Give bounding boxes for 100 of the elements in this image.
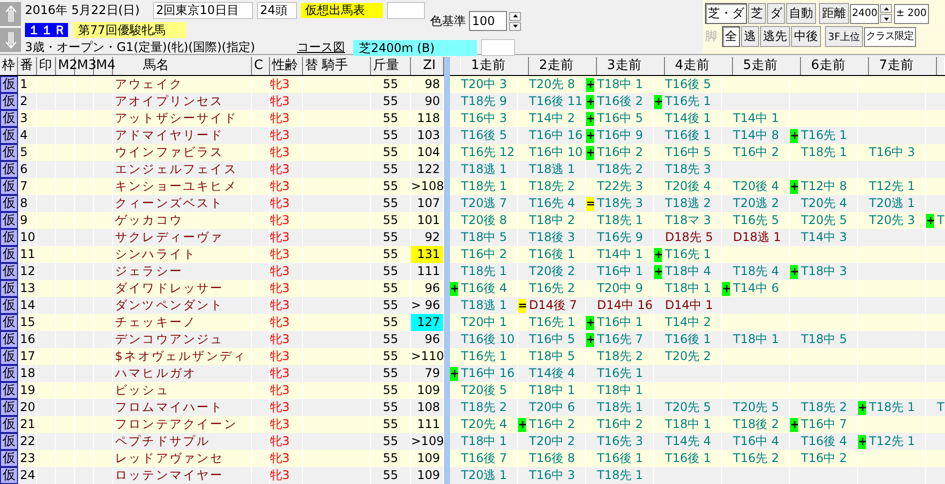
horse-name: チェッキーノ (115, 315, 197, 329)
race-result: T18逃 1 (460, 297, 508, 314)
spin-up-button[interactable] (880, 4, 892, 13)
column-header[interactable]: 7走前 (869, 57, 937, 75)
race-result: T16先 1 (800, 127, 848, 144)
spin-down-button[interactable] (880, 14, 892, 23)
distance-field[interactable]: 2400 (850, 4, 879, 24)
meeting-field: 2回東京10日目 (153, 2, 253, 19)
race-result: T16後 10 (460, 331, 515, 348)
race-result: T20逃 1 (460, 467, 508, 484)
race-result: T18先 3 (664, 161, 712, 178)
horse-name: ジェラシー (115, 264, 183, 278)
mark-badge: + (858, 400, 866, 414)
column-header[interactable]: 性齢 (270, 57, 303, 75)
course-field: 芝2400m (B) (353, 40, 477, 56)
mark-badge: = (518, 298, 526, 312)
race-result: D14中 1 (664, 297, 713, 314)
race-result: T18先 1 (460, 178, 508, 195)
race-result: T18先 2 (800, 399, 848, 416)
race-result: T16後 1 (664, 127, 712, 144)
mark-badge: + (586, 78, 594, 92)
horse-name: デンコウアンジュ (115, 332, 224, 346)
course-map-link[interactable]: コース図 (297, 39, 345, 56)
race-result: T14中 6 (732, 280, 780, 297)
column-header[interactable]: 番 (18, 57, 37, 75)
race-result: T20先 8 (528, 76, 576, 93)
race-result: T16中 16 (528, 127, 583, 144)
horse-name: ダンツペンダント (115, 298, 224, 312)
mark-badge: + (654, 264, 662, 278)
surface-filter-button[interactable]: ダ (767, 3, 785, 24)
race-result: T16後 4 (460, 280, 508, 297)
running-style-button[interactable]: 逃 (741, 26, 759, 47)
table-cell: 131 (411, 246, 444, 263)
spin-down-button[interactable] (509, 22, 521, 30)
race-result: T20中 1 (460, 314, 508, 331)
race-name-badge: 第77回優駿牝馬 (73, 22, 186, 38)
race-result: T16中 7 (800, 416, 848, 433)
column-header[interactable]: 5走前 (733, 57, 801, 75)
column-header[interactable]: M3 (75, 57, 94, 75)
column-header[interactable]: 印 (37, 57, 56, 75)
race-result: T12先 1 (868, 178, 916, 195)
mark-badge: + (518, 418, 526, 432)
race-result: T18後 3 (528, 229, 576, 246)
surface-filter-button[interactable]: 芝・ダ (705, 3, 747, 24)
column-header[interactable]: 3走前 (597, 57, 665, 75)
class-limit-field[interactable]: クラス限定 (864, 26, 916, 46)
race-result: T16先 2 (528, 280, 576, 297)
race-result: T18中 1 (664, 416, 712, 433)
race-result: T16後 8 (528, 450, 576, 467)
horse-name: クィーンズベスト (115, 196, 224, 210)
race-result: T20先 4 (800, 195, 848, 212)
surface-filter-button[interactable]: 自動 (786, 3, 816, 24)
column-header[interactable]: C (252, 57, 270, 75)
race-result: T18中 1 (732, 331, 780, 348)
top-3f-button[interactable]: 3F上位 (825, 26, 864, 47)
race-result: T18先 1 (460, 263, 508, 280)
race-result: T18中 5 (460, 229, 508, 246)
race-date: 2016年 5月22日(日) (25, 2, 141, 19)
race-result: T18中 5 (800, 331, 848, 348)
race-result: T16後 4 (800, 433, 848, 450)
race-result: T16中 2 (460, 246, 508, 263)
race-result: T18先 1 (596, 399, 644, 416)
column-header[interactable]: M2 (56, 57, 75, 75)
horse-name: キンショーユキヒメ (115, 179, 238, 193)
mark-badge: + (586, 94, 594, 108)
running-style-button[interactable]: 逃先 (760, 26, 790, 47)
race-result: T16先 1 (664, 93, 712, 110)
race-result: T16先 4 (528, 195, 576, 212)
column-header[interactable]: 枠 (0, 57, 18, 75)
column-header[interactable]: 2走前 (529, 57, 597, 75)
race-result: T18中 1 (596, 76, 644, 93)
running-style-button[interactable]: 中後 (791, 26, 821, 47)
column-header[interactable]: 替 騎手 (303, 57, 371, 75)
race-result: T18逃 2 (664, 195, 712, 212)
race-result: T16中 2 (732, 144, 780, 161)
running-style-button[interactable]: 全 (722, 26, 740, 47)
range-field[interactable]: ± 200 (894, 4, 929, 24)
horse-name: フロンテアクイーン (115, 417, 238, 431)
horse-name: ビッシュ (115, 383, 170, 397)
column-header[interactable]: 1走前 (461, 57, 529, 75)
race-result: T14中 8 (732, 127, 780, 144)
color-basis-field[interactable]: 100 (469, 11, 507, 31)
race-result: T12中 8 (800, 178, 848, 195)
column-header[interactable]: 斤量 (371, 57, 411, 75)
race-result: T18中 1 (528, 382, 576, 399)
runner-count-field: 24頭 (257, 2, 297, 19)
race-result: T18マ 3 (664, 212, 712, 229)
spin-up-button[interactable] (509, 12, 521, 20)
distance-button[interactable]: 距離 (819, 3, 849, 24)
race-result: T18先 2 (596, 348, 644, 365)
surface-filter-button[interactable]: 芝 (748, 3, 766, 24)
race-result: T18先 1 (596, 212, 644, 229)
race-result: T20中 3 (460, 76, 508, 93)
race-result: D18先 5 (664, 229, 713, 246)
horse-name: ロッテンマイヤー (115, 468, 224, 482)
race-result: T (936, 212, 944, 229)
column-header[interactable]: 4走前 (665, 57, 733, 75)
column-header[interactable]: 6走前 (801, 57, 869, 75)
column-header[interactable]: M4 (94, 57, 113, 75)
race-result: T20先 5 (732, 399, 780, 416)
